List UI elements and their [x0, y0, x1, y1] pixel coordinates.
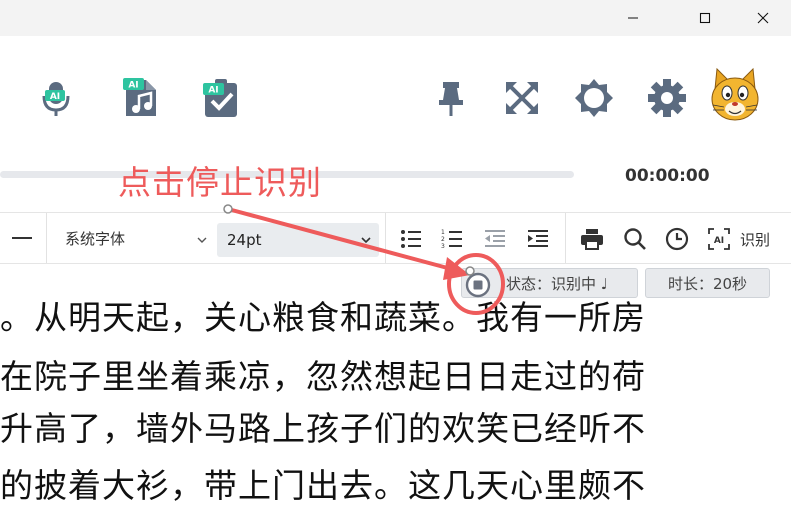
- brightness-button[interactable]: [574, 76, 614, 120]
- print-button[interactable]: [579, 226, 605, 252]
- svg-text:3: 3: [441, 243, 445, 249]
- microphone-icon: AI: [42, 82, 70, 116]
- font-family-value: 系统字体: [65, 229, 126, 248]
- recognize-label[interactable]: 识别: [740, 229, 770, 250]
- clock-button[interactable]: [664, 226, 690, 252]
- bullet-list-button[interactable]: [398, 226, 424, 252]
- print-icon: [581, 229, 603, 250]
- clock-icon: [665, 227, 689, 251]
- numbered-list-icon: 123: [441, 229, 462, 249]
- minimize-icon: [628, 17, 638, 19]
- audio-recognize-button[interactable]: AI: [120, 76, 160, 120]
- fullscreen-icon: [506, 82, 538, 114]
- search-icon: [624, 228, 646, 250]
- toolbar-divider: [46, 213, 47, 263]
- voice-recognize-button[interactable]: AI: [36, 76, 76, 120]
- document-line: 在院子里坐着乘凉，忽然想起日日走过的荷: [0, 357, 646, 396]
- brightness-icon: [575, 79, 613, 117]
- cat-avatar-icon: [711, 67, 759, 121]
- document-line: 的披着大衫，带上门出去。这几天心里颇不: [0, 466, 646, 505]
- font-size-value: 24pt: [227, 231, 262, 249]
- clipboard-check-icon: AI: [203, 79, 237, 117]
- svg-text:AI: AI: [208, 86, 218, 96]
- svg-text:AI: AI: [50, 92, 60, 102]
- svg-text:1: 1: [441, 229, 445, 236]
- pin-button[interactable]: [431, 76, 471, 120]
- settings-gear-icon: [648, 79, 686, 117]
- search-button[interactable]: [622, 226, 648, 252]
- settings-button[interactable]: [647, 76, 687, 120]
- pin-icon: [439, 82, 463, 116]
- duration-text: 时长：20秒: [667, 274, 748, 293]
- ai-check-button[interactable]: AI: [201, 76, 241, 120]
- maximize-icon: [699, 12, 711, 24]
- maximize-button[interactable]: [682, 0, 728, 36]
- toolbar-divider: [565, 213, 566, 263]
- chevron-down-icon: [361, 237, 371, 244]
- music-file-icon: AI: [123, 78, 156, 116]
- annotation-text: 点击停止识别: [118, 163, 322, 202]
- ai-recognize-button[interactable]: AI: [706, 226, 732, 252]
- document-line: 升高了，墙外马路上孩子们的欢笑已经听不: [0, 409, 646, 448]
- fullscreen-button[interactable]: [502, 76, 542, 120]
- outdent-button[interactable]: [482, 226, 508, 252]
- close-icon: [757, 12, 769, 24]
- document-line: 。从明天起，关心粮食和蔬菜。我有一所房: [0, 298, 646, 337]
- chevron-down-icon: [197, 237, 207, 243]
- stop-icon: [473, 280, 483, 290]
- avatar[interactable]: [708, 66, 762, 124]
- indent-icon: [528, 230, 548, 247]
- indent-button[interactable]: [525, 226, 551, 252]
- svg-text:AI: AI: [714, 236, 724, 246]
- toolbar-divider: [385, 213, 386, 263]
- numbered-list-button[interactable]: 123: [439, 226, 465, 252]
- playback-time: 00:00:00: [625, 166, 710, 186]
- duration-badge: 时长：20秒: [645, 268, 770, 298]
- format-toolbar: 系统字体 24pt 123 AI: [0, 212, 791, 264]
- svg-text:2: 2: [441, 236, 445, 243]
- ai-recognize-icon: AI: [708, 228, 730, 250]
- svg-text:AI: AI: [128, 81, 138, 91]
- close-button[interactable]: [740, 0, 786, 36]
- window-titlebar: [0, 0, 791, 36]
- minimize-button[interactable]: [610, 0, 656, 36]
- bullet-list-icon: [401, 230, 421, 248]
- font-size-select[interactable]: 24pt: [217, 223, 379, 257]
- collapse-dash-icon[interactable]: [12, 237, 32, 239]
- font-family-select[interactable]: 系统字体: [55, 223, 213, 253]
- outdent-icon: [485, 230, 505, 247]
